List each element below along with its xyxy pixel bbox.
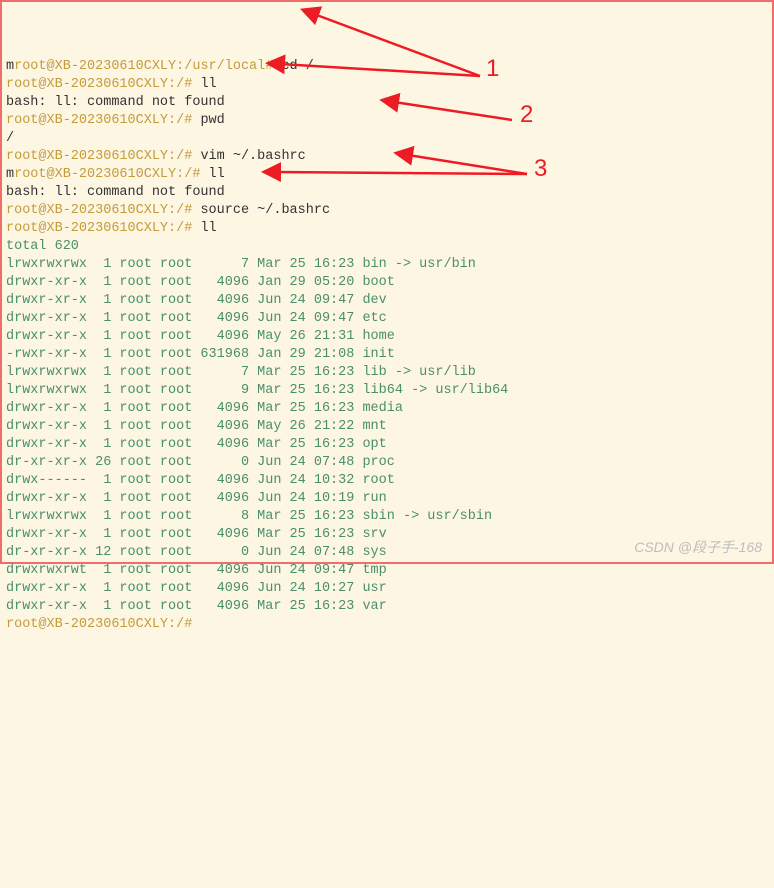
terminal-line: root@XB-20230610CXLY:/# ll [6,76,768,94]
terminal-line: drwxr-xr-x 1 root root 4096 Mar 25 16:23… [6,400,768,418]
shell-output: lrwxrwxrwx 1 root root 9 Mar 25 16:23 li… [6,383,508,398]
annotation-label-3: 3 [534,160,547,178]
shell-output: drwxrwxrwt 1 root root 4096 Jun 24 09:47… [6,563,387,578]
terminal-line: drwxr-xr-x 1 root root 4096 Jan 29 05:20… [6,274,768,292]
shell-prompt: root@XB-20230610CXLY:/# [6,77,192,92]
terminal-line: lrwxrwxrwx 1 root root 7 Mar 25 16:23 li… [6,364,768,382]
shell-prompt: root@XB-20230610CXLY:/# [6,149,192,164]
terminal-line: root@XB-20230610CXLY:/# pwd [6,112,768,130]
shell-output: drwxr-xr-x 1 root root 4096 May 26 21:31… [6,329,395,344]
watermark: CSDN @段子手-168 [634,538,762,556]
terminal-line: dr-xr-xr-x 26 root root 0 Jun 24 07:48 p… [6,454,768,472]
shell-output: drwxr-xr-x 1 root root 4096 Mar 25 16:23… [6,437,387,452]
shell-prompt: root@XB-20230610CXLY:/usr/local# [14,59,273,74]
shell-command: ll [192,221,216,236]
shell-output: drwxr-xr-x 1 root root 4096 Jun 24 10:19… [6,491,387,506]
terminal-line: root@XB-20230610CXLY:/# [6,616,768,634]
shell-command: cd / [273,59,314,74]
terminal-line: bash: ll: command not found [6,94,768,112]
terminal-line: drwx------ 1 root root 4096 Jun 24 10:32… [6,472,768,490]
shell-output: dr-xr-xr-x 12 root root 0 Jun 24 07:48 s… [6,545,387,560]
shell-output: / [6,131,14,146]
shell-prompt: root@XB-20230610CXLY:/# [6,203,192,218]
shell-output: lrwxrwxrwx 1 root root 8 Mar 25 16:23 sb… [6,509,492,524]
shell-command: m [6,167,14,182]
terminal-line: mroot@XB-20230610CXLY:/# ll [6,166,768,184]
terminal-line: / [6,130,768,148]
annotation-label-2: 2 [520,106,533,124]
shell-prompt: root@XB-20230610CXLY:/# [6,617,192,632]
shell-command: source ~/.bashrc [192,203,330,218]
terminal-line: drwxr-xr-x 1 root root 4096 Jun 24 10:19… [6,490,768,508]
shell-output: total 620 [6,239,79,254]
terminal-line: lrwxrwxrwx 1 root root 7 Mar 25 16:23 bi… [6,256,768,274]
shell-prompt: root@XB-20230610CXLY:/# [6,113,192,128]
shell-output: drwxr-xr-x 1 root root 4096 Jun 24 09:47… [6,311,387,326]
shell-prompt: root@XB-20230610CXLY:/# [14,167,200,182]
shell-command: pwd [192,113,224,128]
terminal-line: -rwxr-xr-x 1 root root 631968 Jan 29 21:… [6,346,768,364]
terminal-line: drwxr-xr-x 1 root root 4096 May 26 21:31… [6,328,768,346]
terminal-line: drwxr-xr-x 1 root root 4096 Mar 25 16:23… [6,598,768,616]
terminal-line: lrwxrwxrwx 1 root root 9 Mar 25 16:23 li… [6,382,768,400]
terminal-line: bash: ll: command not found [6,184,768,202]
shell-output: lrwxrwxrwx 1 root root 7 Mar 25 16:23 li… [6,365,476,380]
terminal-line: root@XB-20230610CXLY:/# ll [6,220,768,238]
terminal-line: drwxr-xr-x 1 root root 4096 May 26 21:22… [6,418,768,436]
shell-output: drwxr-xr-x 1 root root 4096 Jun 24 09:47… [6,293,387,308]
terminal-line: lrwxrwxrwx 1 root root 8 Mar 25 16:23 sb… [6,508,768,526]
shell-command: m [6,59,14,74]
shell-command: ll [200,167,224,182]
shell-command: vim ~/.bashrc [192,149,305,164]
terminal-line: root@XB-20230610CXLY:/# source ~/.bashrc [6,202,768,220]
annotation-label-1: 1 [486,60,499,78]
shell-output: drwxr-xr-x 1 root root 4096 May 26 21:22… [6,419,387,434]
terminal-line: drwxr-xr-x 1 root root 4096 Jun 24 09:47… [6,292,768,310]
shell-output: bash: ll: command not found [6,95,225,110]
shell-output: drwxr-xr-x 1 root root 4096 Mar 25 16:23… [6,599,387,614]
shell-command: ll [192,77,216,92]
terminal-line: drwxr-xr-x 1 root root 4096 Jun 24 10:27… [6,580,768,598]
shell-output: drwxr-xr-x 1 root root 4096 Jan 29 05:20… [6,275,395,290]
shell-output: drwxr-xr-x 1 root root 4096 Mar 25 16:23… [6,527,387,542]
terminal-line: drwxr-xr-x 1 root root 4096 Mar 25 16:23… [6,436,768,454]
shell-output: drwxr-xr-x 1 root root 4096 Jun 24 10:27… [6,581,387,596]
shell-output: dr-xr-xr-x 26 root root 0 Jun 24 07:48 p… [6,455,395,470]
shell-prompt: root@XB-20230610CXLY:/# [6,221,192,236]
terminal-line: drwxr-xr-x 1 root root 4096 Jun 24 09:47… [6,310,768,328]
shell-output: -rwxr-xr-x 1 root root 631968 Jan 29 21:… [6,347,395,362]
shell-output: drwx------ 1 root root 4096 Jun 24 10:32… [6,473,395,488]
terminal-line: root@XB-20230610CXLY:/# vim ~/.bashrc [6,148,768,166]
shell-output: drwxr-xr-x 1 root root 4096 Mar 25 16:23… [6,401,403,416]
shell-output: lrwxrwxrwx 1 root root 7 Mar 25 16:23 bi… [6,257,476,272]
terminal-line: drwxrwxrwt 1 root root 4096 Jun 24 09:47… [6,562,768,580]
terminal-line: mroot@XB-20230610CXLY:/usr/local# cd / [6,58,768,76]
shell-output: bash: ll: command not found [6,185,225,200]
terminal-line: total 620 [6,238,768,256]
